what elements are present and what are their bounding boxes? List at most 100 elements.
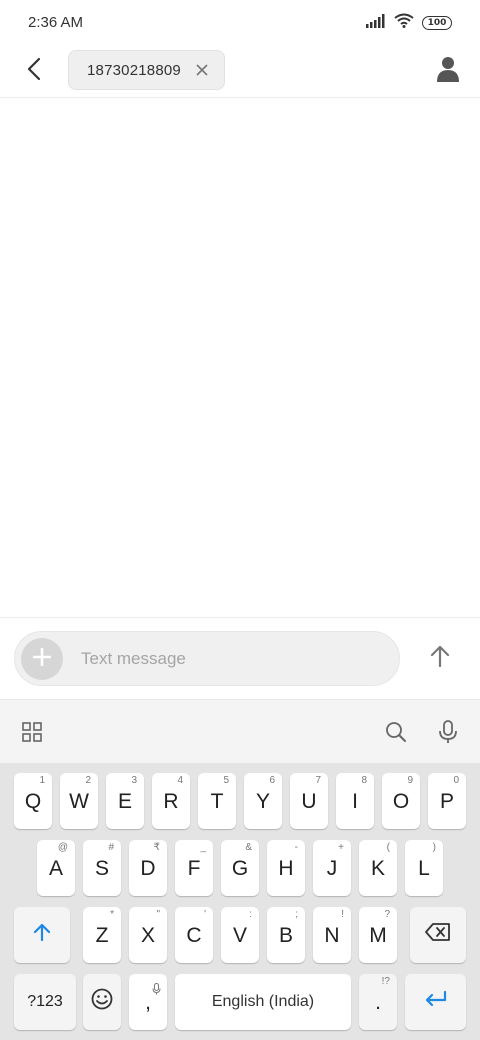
key-l[interactable]: ) L [405, 840, 443, 896]
key-label: L [418, 856, 430, 880]
comma-key-label: , [145, 990, 151, 1014]
space-key-label: English (India) [211, 993, 315, 1010]
key-c[interactable]: ' C [175, 907, 213, 963]
person-icon [437, 56, 459, 87]
status-time: 2:36 AM [28, 14, 84, 31]
space-key[interactable]: English (India) [175, 974, 351, 1030]
key-label: X [140, 923, 155, 947]
key-j[interactable]: + J [313, 840, 351, 896]
search-icon[interactable] [384, 720, 408, 744]
key-hint: 9 [407, 775, 413, 786]
microphone-icon[interactable] [436, 720, 460, 744]
key-t[interactable]: 5T [198, 773, 236, 829]
key-u[interactable]: 7U [290, 773, 328, 829]
key-e[interactable]: 3E [106, 773, 144, 829]
comma-key[interactable]: , [129, 974, 167, 1030]
symbols-key[interactable]: ?123 [14, 974, 76, 1030]
backspace-icon [425, 923, 451, 947]
key-hint: ( [386, 842, 390, 853]
key-hint: 3 [131, 775, 137, 786]
key-hint: - [294, 842, 298, 853]
period-key-label: . [375, 990, 381, 1014]
key-b[interactable]: ; B [267, 907, 305, 963]
key-hint: 8 [361, 775, 367, 786]
enter-key[interactable] [405, 974, 466, 1030]
key-o[interactable]: 9O [382, 773, 420, 829]
key-hint: 1 [39, 775, 45, 786]
key-hint: " [156, 909, 160, 920]
key-label: D [140, 856, 156, 880]
key-hint: ) [432, 842, 436, 853]
key-hint: ? [384, 909, 390, 920]
key-n[interactable]: ! N [313, 907, 351, 963]
key-s[interactable]: # S [83, 840, 121, 896]
chevron-left-icon [27, 57, 41, 86]
key-hint: + [338, 842, 344, 853]
shift-key[interactable] [14, 907, 70, 963]
key-label: C [186, 923, 202, 947]
recipient-chip[interactable]: 18730218809 [68, 50, 225, 90]
close-icon[interactable] [194, 62, 210, 78]
key-hint: 6 [269, 775, 275, 786]
key-label: B [278, 923, 293, 947]
conversation-header: 18730218809 [0, 44, 480, 98]
key-hint: : [249, 909, 252, 920]
key-label: M [369, 923, 387, 947]
attach-button[interactable] [21, 638, 63, 680]
key-label: E [117, 789, 132, 813]
key-k[interactable]: (K [359, 840, 397, 896]
key-label: W [69, 789, 89, 813]
key-label: O [392, 789, 410, 813]
key-q[interactable]: 1Q [14, 773, 52, 829]
key-f[interactable]: _ F [175, 840, 213, 896]
key-label: N [324, 923, 340, 947]
key-hint: * [110, 909, 114, 920]
wifi-icon [394, 13, 414, 33]
grid-icon[interactable] [20, 720, 44, 744]
back-button[interactable] [18, 53, 50, 89]
key-z[interactable]: * Z [83, 907, 121, 963]
key-hint: 0 [453, 775, 459, 786]
key-label: J [326, 856, 338, 880]
emoji-key[interactable] [83, 974, 121, 1030]
keyboard: 1Q2W3E4R5T6Y7U8I9O0P @ A # S ₹ D _ F & G - H + J(K) L … [0, 763, 480, 1040]
key-label: K [370, 856, 385, 880]
key-d[interactable]: ₹ D [129, 840, 167, 896]
key-label: A [48, 856, 63, 880]
key-label: S [94, 856, 109, 880]
signal-icon [366, 13, 386, 33]
key-p[interactable]: 0P [428, 773, 466, 829]
key-g[interactable]: & G [221, 840, 259, 896]
key-x[interactable]: " X [129, 907, 167, 963]
battery-icon: 100 [422, 16, 452, 30]
key-i[interactable]: 8I [336, 773, 374, 829]
key-w[interactable]: 2W [60, 773, 98, 829]
shift-icon [32, 922, 52, 948]
key-h[interactable]: -H [267, 840, 305, 896]
emoji-icon [91, 988, 113, 1016]
message-input[interactable] [81, 642, 381, 676]
plus-icon [32, 647, 52, 671]
key-hint: 4 [177, 775, 183, 786]
key-label: U [301, 789, 317, 813]
recipient-number: 18730218809 [87, 61, 181, 79]
key-r[interactable]: 4R [152, 773, 190, 829]
key-m[interactable]: ? M [359, 907, 397, 963]
key-a[interactable]: @ A [37, 840, 75, 896]
key-label: Q [24, 789, 42, 813]
send-button[interactable] [424, 642, 456, 674]
contact-button[interactable] [432, 55, 464, 87]
key-y[interactable]: 6Y [244, 773, 282, 829]
key-label: R [163, 789, 179, 813]
key-label: Y [255, 789, 270, 813]
period-key[interactable]: !? . [359, 974, 397, 1030]
key-hint: & [245, 842, 252, 853]
symbols-key-label: ?123 [27, 993, 63, 1010]
backspace-key[interactable] [410, 907, 466, 963]
key-v[interactable]: :V [221, 907, 259, 963]
key-hint: ! [341, 909, 344, 920]
period-key-hint: !? [381, 976, 390, 987]
key-hint: ' [204, 909, 206, 920]
key-label: H [278, 856, 294, 880]
key-hint: @ [57, 842, 68, 853]
